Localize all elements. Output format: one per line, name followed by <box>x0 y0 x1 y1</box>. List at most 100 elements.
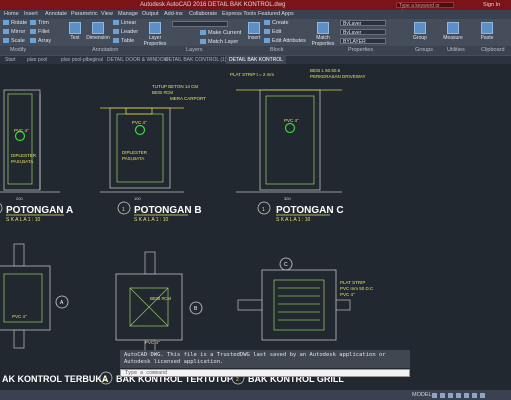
trim-button[interactable]: Trim <box>30 20 49 27</box>
dim-b: 100 <box>134 196 141 201</box>
measure-label: Measure <box>443 35 463 41</box>
file-tab-plan-pool[interactable]: plan pool <box>24 56 50 64</box>
scale-button[interactable]: Scale <box>3 38 25 45</box>
lineweight-dropdown[interactable]: BYLAYER <box>340 38 386 44</box>
create-block-button[interactable]: Create <box>264 20 289 27</box>
section-c <box>236 89 342 193</box>
linetype-dropdown[interactable]: ByLayer <box>340 29 386 35</box>
model-space-indicator[interactable]: MODEL <box>412 390 432 400</box>
sign-in-link[interactable]: Sign In <box>483 0 500 10</box>
tab-home[interactable]: Home <box>4 10 19 19</box>
drawing-canvas[interactable]: DIPLESTER PASI,BATA TUTUP BETON 14 CM BE… <box>0 64 511 390</box>
label-diplester-a: DIPLESTER <box>11 153 37 158</box>
match-properties-icon <box>317 22 329 34</box>
color-dropdown[interactable]: ByLayer <box>340 20 386 26</box>
tab-output[interactable]: Output <box>142 10 159 19</box>
bubble-grill: 2 <box>236 377 239 383</box>
plan-pvc-c: PVC 4" <box>340 292 355 297</box>
edit-attributes-button[interactable]: Edit Attributes <box>264 38 306 45</box>
tab-insert[interactable]: Insert <box>24 10 38 19</box>
section-markers: A B C <box>60 262 288 312</box>
linear-button[interactable]: Linear <box>113 20 136 27</box>
match-layer-label: Match Layer <box>208 39 239 45</box>
create-label: Create <box>272 20 289 26</box>
plan-plat-strip: PLAT STRIP <box>340 280 365 285</box>
edit-attributes-label: Edit Attributes <box>272 38 306 44</box>
tab-addins[interactable]: Add-ins <box>164 10 183 19</box>
polar-icon[interactable] <box>456 393 461 398</box>
panel-modify[interactable]: Modify <box>10 46 26 55</box>
autocad-window: Autodesk AutoCAD 2016 DETAIL BAK KONTROL… <box>0 0 511 400</box>
mirror-button[interactable]: Mirror <box>3 29 25 36</box>
match-layer-button[interactable]: Match Layer <box>200 39 238 46</box>
group-icon <box>414 22 426 34</box>
group-label: Group <box>413 35 427 41</box>
panel-utilities[interactable]: Utilities <box>447 46 465 55</box>
panel-layers[interactable]: Layers <box>186 46 203 55</box>
trim-label: Trim <box>38 20 49 26</box>
scale-c: S K A L A 1 : 10 <box>276 217 311 223</box>
rotate-button[interactable]: Rotate <box>3 20 27 27</box>
title-terbuka: AK KONTROL TERBUKA <box>2 374 109 384</box>
file-tab-detail-bak-control-1[interactable]: DETAIL BAK CONTROL (1) <box>162 56 230 64</box>
osnap-icon[interactable] <box>464 393 469 398</box>
leader-button[interactable]: Leader <box>113 29 138 36</box>
cad-drawing: DIPLESTER PASI,BATA TUTUP BETON 14 CM BE… <box>0 68 374 385</box>
leader-label: Leader <box>121 29 139 35</box>
customize-icon[interactable] <box>480 393 485 398</box>
make-current-button[interactable]: Make Current <box>200 30 241 37</box>
panel-properties[interactable]: Properties <box>348 46 373 55</box>
insert-block-button[interactable]: Insert <box>246 22 262 41</box>
annotation-scale-icon[interactable] <box>472 393 477 398</box>
ribbon-panel-titles: Modify Annotation Layers Block Propertie… <box>0 46 511 55</box>
tab-collaborate[interactable]: Collaborate <box>189 10 217 19</box>
label-tutup-beton: TUTUP BETON 14 CM <box>152 84 198 89</box>
text-label: Text <box>70 35 80 41</box>
tab-featured-apps[interactable]: Featured Apps <box>258 10 294 19</box>
label-pvc-c: PVC 4" <box>284 118 299 123</box>
panel-annotation[interactable]: Annotation <box>92 46 118 55</box>
fillet-button[interactable]: Fillet <box>30 29 50 36</box>
group-button[interactable]: Group <box>412 22 428 41</box>
table-button[interactable]: Table <box>113 38 134 45</box>
command-input[interactable]: Type a command <box>120 369 410 377</box>
title-potongan-a: POTONGAN A <box>6 205 73 216</box>
file-tab-detail-bak-kontrol[interactable]: DETAIL BAK KONTROL <box>226 56 286 64</box>
paste-icon <box>481 22 493 34</box>
layer-dropdown[interactable] <box>172 21 228 27</box>
file-tab-start[interactable]: Start <box>2 56 19 64</box>
array-button[interactable]: Array <box>30 38 51 45</box>
match-properties-button[interactable]: Match Properties <box>310 22 336 47</box>
dimension-button[interactable]: Dimension <box>85 22 111 41</box>
tab-parametric[interactable]: Parametric <box>71 10 98 19</box>
tab-express-tools[interactable]: Express Tools <box>222 10 256 19</box>
scale-label: Scale <box>11 38 25 44</box>
panel-block[interactable]: Block <box>270 46 283 55</box>
bubble-tertutup: 2 <box>104 377 107 383</box>
text-button[interactable]: Text <box>66 22 84 41</box>
trim-icon <box>30 20 36 26</box>
ortho-icon[interactable] <box>448 393 453 398</box>
label-plat-strip: PLAT STRIP t = 2 mm <box>230 72 274 77</box>
grid-icon[interactable] <box>432 393 437 398</box>
file-tabs: Start plan pool plan pool-plbeginal DETA… <box>0 56 511 64</box>
marker-a: A <box>60 300 64 306</box>
paste-button[interactable]: Paste <box>478 22 496 41</box>
table-icon <box>113 38 119 44</box>
panel-clipboard[interactable]: Clipboard <box>481 46 505 55</box>
dimension-label: Dimension <box>86 35 110 41</box>
edit-block-button[interactable]: Edit <box>264 29 281 36</box>
panel-groups[interactable]: Groups <box>415 46 433 55</box>
title-bar: Autodesk AutoCAD 2016 DETAIL BAK KONTROL… <box>0 0 511 15</box>
measure-button[interactable]: Measure <box>442 22 464 41</box>
search-input[interactable]: Type a keyword or phrase <box>396 2 454 15</box>
tab-view[interactable]: View <box>101 10 113 19</box>
dim-c: 300 <box>284 196 291 201</box>
snap-icon[interactable] <box>440 393 445 398</box>
tab-manage[interactable]: Manage <box>118 10 138 19</box>
scale-b: S K A L A 1 : 10 <box>134 217 169 223</box>
file-tab-plan-pool-2[interactable]: plan pool-plbeginal <box>58 56 106 64</box>
layer-properties-button[interactable]: Layer Properties <box>143 22 167 47</box>
tab-annotate[interactable]: Annotate <box>45 10 67 19</box>
scale-a: S K A L A 1 : 10 <box>6 217 41 223</box>
